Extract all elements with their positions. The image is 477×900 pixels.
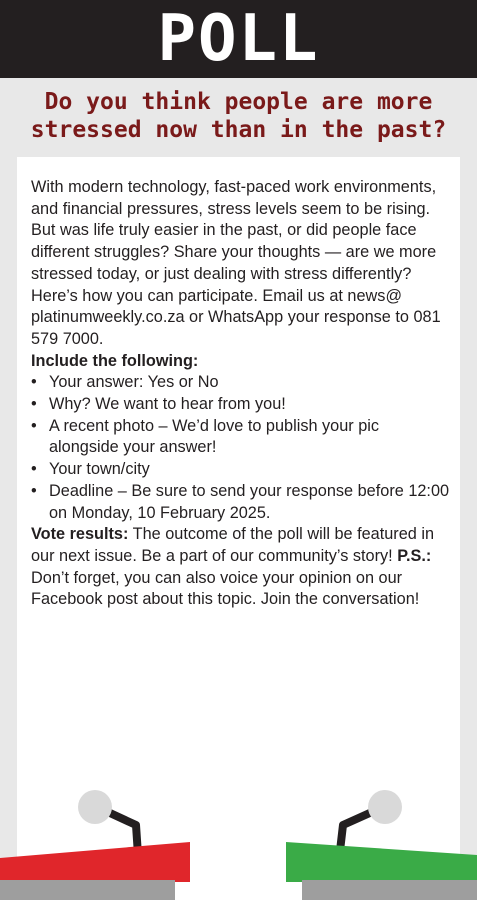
left-podium-icon [0, 842, 190, 882]
include-list: • Your answer: Yes or No • Why? We want to… [31, 372, 451, 524]
poll-title: POLL [157, 2, 320, 76]
bullet-icon: • [31, 395, 37, 414]
list-item: • Your town/city [31, 459, 451, 481]
vote-results-label: Vote results: [31, 525, 129, 544]
intro-paragraph: With modern technology, fast-paced work … [31, 178, 437, 283]
debate-podiums-illustration [0, 790, 477, 900]
include-heading: Include the following: [31, 351, 199, 370]
floor-right [302, 880, 477, 900]
poll-body: With modern technology, fast-paced work … [31, 177, 451, 611]
list-item: • Deadline – Be sure to send your respons… [31, 481, 450, 522]
list-item: • Why? We want to hear from you! [31, 394, 451, 416]
floor-left [0, 880, 175, 900]
list-item: • Your answer: Yes or No [31, 372, 451, 394]
results-paragraph: Vote results: The outcome of the poll wi… [31, 524, 451, 611]
participate-paragraph: Here’s how you can participate. Email us… [31, 286, 441, 348]
list-item: • A recent photo – We’d love to publish y… [31, 416, 380, 457]
right-podium-icon [286, 842, 477, 882]
bullet-icon: • [31, 416, 37, 435]
poll-header: POLL [0, 0, 477, 78]
left-mic-head-icon [78, 790, 112, 824]
question-line-1: Do you think people are more [44, 89, 433, 115]
bullet-icon: • [31, 460, 37, 479]
question-line-2: stressed now than in the past? [30, 117, 447, 143]
ps-label: P.S.: [397, 546, 432, 565]
poll-question: Do you think people are more stressed no… [0, 88, 477, 144]
bullet-icon: • [31, 481, 37, 500]
ps-text: Don’t forget, you can also voice your op… [31, 568, 420, 609]
bullet-icon: • [31, 373, 37, 392]
right-mic-head-icon [368, 790, 402, 824]
